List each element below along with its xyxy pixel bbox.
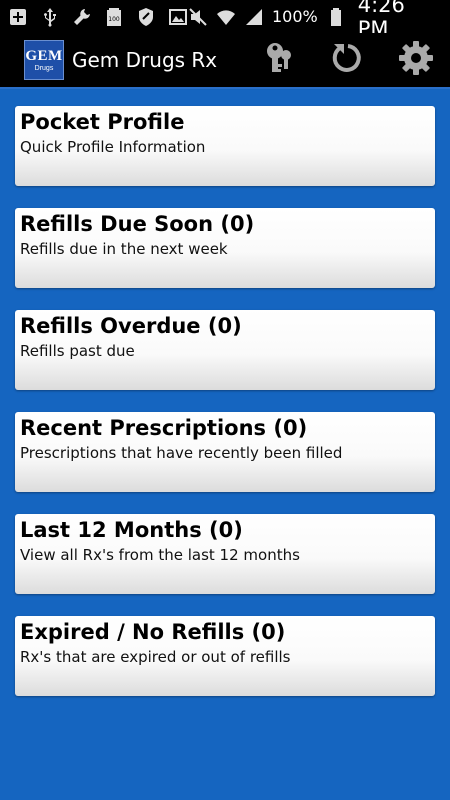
menu-item-subtitle: View all Rx's from the last 12 months [20, 546, 300, 564]
menu-item-title: Expired / No Refills (0) [20, 620, 286, 644]
wifi-icon [216, 7, 236, 27]
menu-item-expired-no-refills[interactable]: Expired / No Refills (0) Rx's that are e… [15, 616, 435, 696]
menu-item-subtitle: Refills due in the next week [20, 240, 228, 258]
menu-item-title: Pocket Profile [20, 110, 185, 134]
menu-item-refills-overdue[interactable]: Refills Overdue (0) Refills past due [15, 310, 435, 390]
settings-button[interactable] [382, 32, 450, 88]
battery-icon [326, 7, 346, 27]
menu-item-subtitle: Rx's that are expired or out of refills [20, 648, 291, 666]
logo-text-top: GEM [25, 47, 63, 64]
unlock-button[interactable] [246, 32, 314, 88]
logo-text-bottom: Drugs [34, 64, 54, 72]
wrench-icon [72, 7, 92, 27]
action-buttons [246, 32, 450, 88]
menu-item-subtitle: Refills past due [20, 342, 135, 360]
menu-item-last-12-months[interactable]: Last 12 Months (0) View all Rx's from th… [15, 514, 435, 594]
key-icon [262, 40, 298, 80]
app-title: Gem Drugs Rx [72, 48, 218, 72]
menu-item-recent-prescriptions[interactable]: Recent Prescriptions (0) Prescriptions t… [15, 412, 435, 492]
refresh-button[interactable] [314, 32, 382, 88]
battery-percentage: 100% [272, 7, 318, 26]
app-logo: GEM Drugs [24, 40, 64, 80]
usb-icon [40, 7, 60, 27]
menu-item-refills-due-soon[interactable]: Refills Due Soon (0) Refills due in the … [15, 208, 435, 288]
notification-icons: 100 [8, 7, 188, 27]
svg-text:100: 100 [108, 16, 120, 23]
action-bar: GEM Drugs Gem Drugs Rx [0, 33, 450, 89]
gear-icon [398, 40, 434, 80]
menu-item-title: Refills Due Soon (0) [20, 212, 255, 236]
menu-item-pocket-profile[interactable]: Pocket Profile Quick Profile Information [15, 106, 435, 186]
mute-icon [188, 7, 208, 27]
battery-100-icon: 100 [104, 7, 124, 27]
menu-item-subtitle: Prescriptions that have recently been fi… [20, 444, 343, 462]
shield-icon [136, 7, 156, 27]
image-icon [168, 7, 188, 27]
menu-item-subtitle: Quick Profile Information [20, 138, 206, 156]
signal-icon [244, 7, 264, 27]
refresh-icon [330, 40, 366, 80]
status-bar: 100 100% 4:26 PM [0, 0, 450, 41]
menu-item-title: Refills Overdue (0) [20, 314, 242, 338]
add-box-icon [8, 7, 28, 27]
menu-item-title: Recent Prescriptions (0) [20, 416, 308, 440]
menu-item-title: Last 12 Months (0) [20, 518, 243, 542]
